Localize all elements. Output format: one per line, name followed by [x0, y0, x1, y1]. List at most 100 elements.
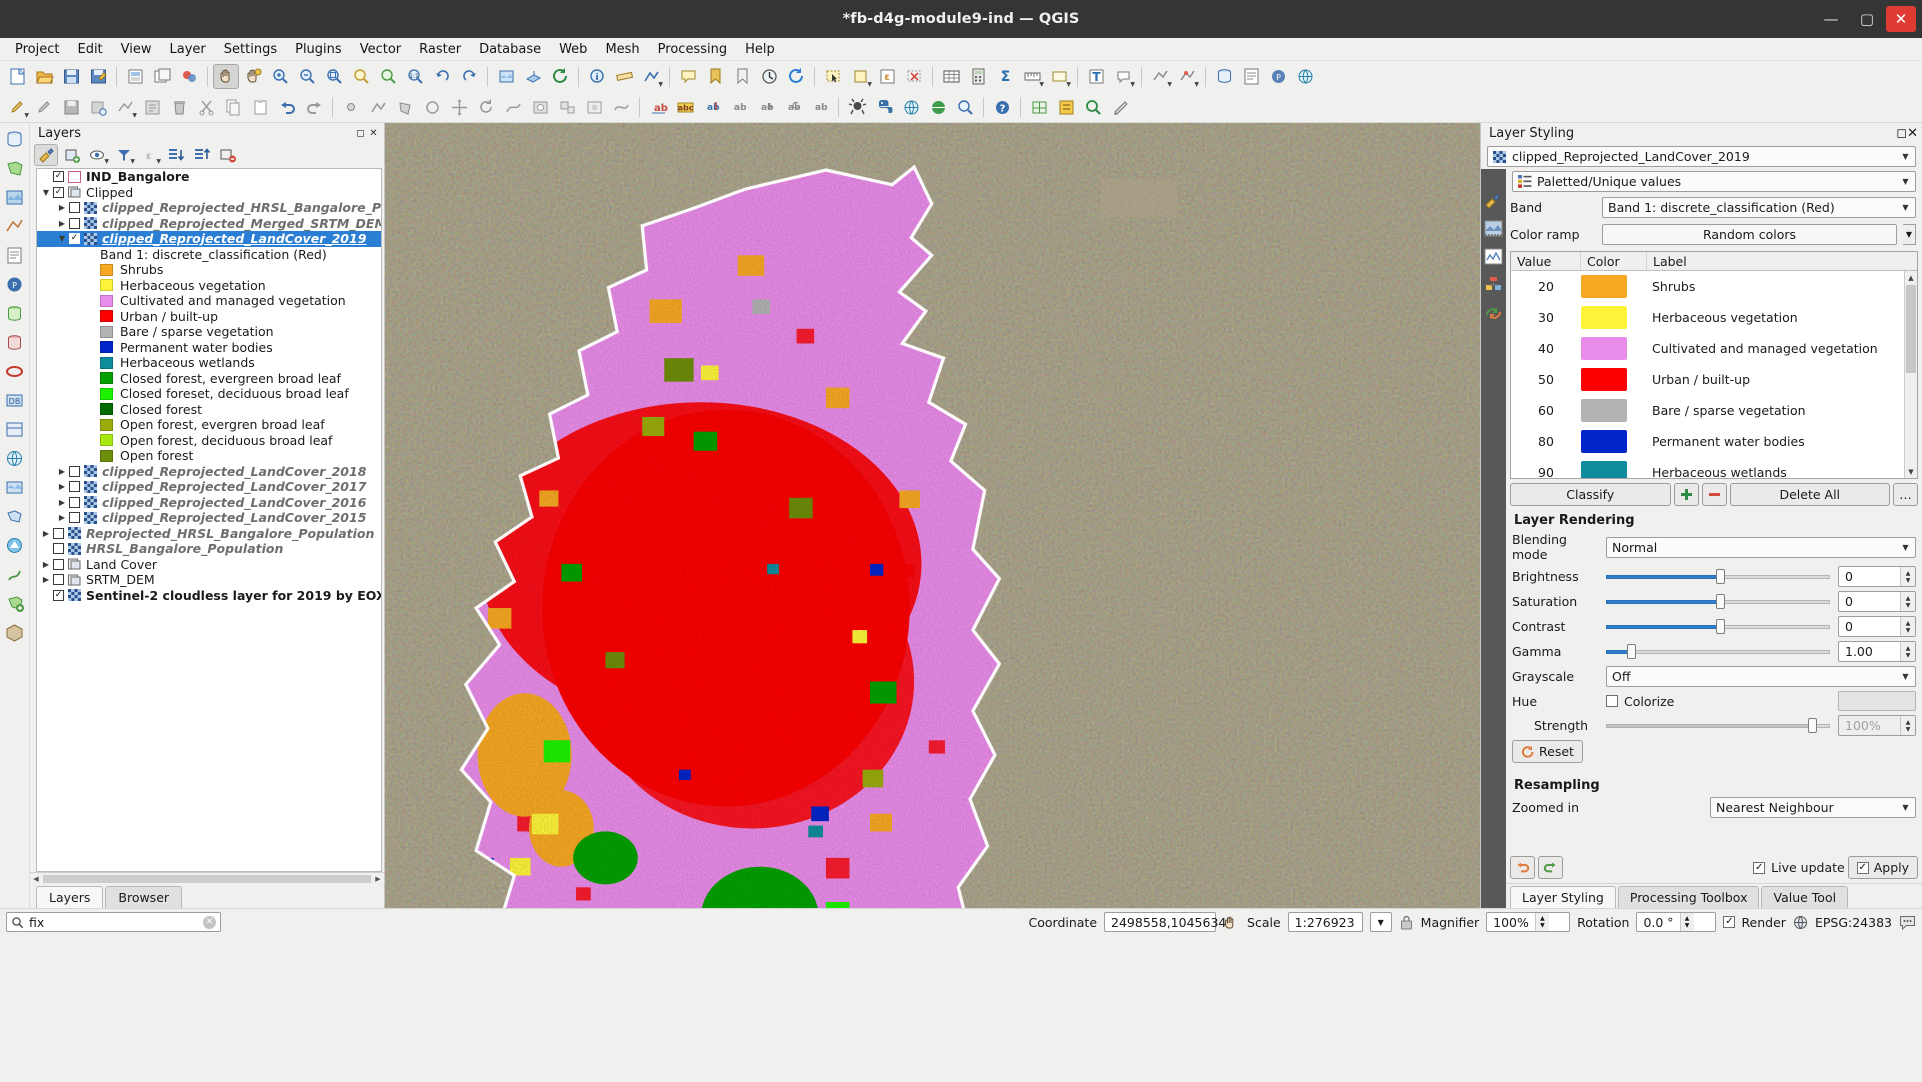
expander-right-icon[interactable]: ▶ [39, 560, 53, 569]
show-hide-labels-icon[interactable]: ab [726, 95, 752, 120]
palette-row[interactable]: 40 Cultivated and managed vegetation [1511, 333, 1917, 364]
legend-item[interactable]: · Urban / built-up [37, 309, 381, 325]
expander-right-icon[interactable]: ▶ [55, 219, 69, 228]
identify-features-icon[interactable]: i [584, 64, 610, 89]
menu-item-raster[interactable]: Raster [410, 40, 470, 59]
map-canvas[interactable] [385, 123, 1480, 908]
expander-right-icon[interactable]: ▶ [39, 529, 53, 538]
layer-visibility-checkbox[interactable] [53, 558, 64, 570]
layers-panel-float-icon[interactable]: ◻ [354, 127, 367, 140]
symbology-tab-icon[interactable] [1483, 191, 1504, 210]
legend-item[interactable]: · Herbaceous vegetation [37, 278, 381, 294]
grayscale-combo[interactable]: Off ▼ [1606, 666, 1916, 687]
menu-item-web[interactable]: Web [550, 40, 596, 59]
redo-style-button[interactable] [1538, 856, 1563, 879]
scroll-left-icon[interactable]: ◀ [30, 875, 42, 883]
expander-right-icon[interactable]: ▶ [55, 513, 69, 522]
data-source-manager-rail-icon[interactable] [2, 126, 28, 152]
advanced-options-button[interactable]: … [1893, 483, 1918, 506]
layer-tree-item[interactable]: ▶ Reprojected_HRSL_Bangalore_Population [37, 526, 381, 542]
panel-tab-browser[interactable]: Browser [105, 886, 183, 908]
add-mssql-rail-icon[interactable] [2, 329, 28, 355]
colorize-checkbox[interactable] [1606, 695, 1618, 707]
palette-value[interactable]: 90 [1511, 465, 1581, 478]
render-checkbox[interactable]: ✓ [1723, 916, 1736, 928]
palette-row[interactable]: 60 Bare / sparse vegetation [1511, 395, 1917, 426]
expander-down-icon[interactable]: ▼ [39, 188, 53, 197]
rotate-label-icon[interactable]: ab [780, 95, 806, 120]
styling-tab-value-tool[interactable]: Value Tool [1761, 886, 1849, 908]
crs-value[interactable]: EPSG:24383 [1815, 915, 1892, 930]
layer-tree-item[interactable]: ▶ clipped_Reprojected_HRSL_Bangalore_Popu… [37, 200, 381, 216]
layer-tree-item[interactable]: ·✓ Sentinel-2 cloudless layer for 2019 by… [37, 588, 381, 604]
select-features-icon[interactable] [820, 64, 846, 89]
add-postgis-icon[interactable]: P [1265, 64, 1291, 89]
palette-color-cell[interactable] [1581, 275, 1647, 298]
simplify-feature-icon[interactable] [500, 95, 526, 120]
palette-color-cell[interactable] [1581, 337, 1647, 360]
palette-value[interactable]: 40 [1511, 341, 1581, 356]
legend-item[interactable]: · Closed foreset, deciduous broad leaf [37, 386, 381, 402]
palette-label[interactable]: Herbaceous vegetation [1647, 310, 1917, 325]
add-raster-layer-rail-icon[interactable] [2, 184, 28, 210]
palette-label[interactable]: Urban / built-up [1647, 372, 1917, 387]
layer-tree-item[interactable]: ▶ clipped_Reprojected_LandCover_2015 [37, 510, 381, 526]
refresh-temporal-icon[interactable] [783, 64, 809, 89]
spinner-arrows-icon[interactable]: ▲ ▼ [1900, 716, 1915, 735]
chevron-down-icon[interactable]: ▼ [1898, 672, 1913, 681]
toggle-extents-icon[interactable] [1223, 914, 1240, 931]
new-project-icon[interactable] [4, 64, 30, 89]
refresh-icon[interactable] [547, 64, 573, 89]
render-toggle[interactable]: ✓ Render [1723, 915, 1786, 930]
expander-right-icon[interactable]: ▶ [55, 203, 69, 212]
new-geopackage-rail-icon[interactable] [2, 619, 28, 645]
palette-color-cell[interactable] [1581, 430, 1647, 453]
palette-value[interactable]: 30 [1511, 310, 1581, 325]
gamma-slider[interactable] [1606, 641, 1830, 662]
styling-tab-processing-toolbox[interactable]: Processing Toolbox [1617, 886, 1760, 908]
lock-scale-icon[interactable] [1399, 914, 1414, 931]
layer-tree-item[interactable]: ▶ clipped_Reprojected_Merged_SRTM_DEM [37, 216, 381, 232]
chevron-down-icon[interactable]: ▼ [1898, 543, 1913, 552]
scroll-thumb[interactable] [1906, 285, 1916, 373]
layer-visibility-checkbox[interactable] [69, 202, 80, 214]
saturation-slider[interactable] [1606, 591, 1830, 612]
palette-color-cell[interactable] [1581, 399, 1647, 422]
renderer-combo[interactable]: Paletted/Unique values ▼ [1512, 171, 1916, 192]
colorramp-button[interactable]: Random colors [1602, 224, 1897, 245]
spinner-arrows-icon[interactable]: ▲ ▼ [1900, 592, 1915, 611]
menu-item-database[interactable]: Database [470, 40, 550, 59]
brightness-slider[interactable] [1606, 566, 1830, 587]
cut-features-icon[interactable] [193, 95, 219, 120]
add-wcs-rail-icon[interactable] [2, 474, 28, 500]
palette-value[interactable]: 20 [1511, 279, 1581, 294]
zoom-in-icon[interactable] [267, 64, 293, 89]
chevron-down-icon[interactable]: ▼ [1898, 803, 1913, 812]
search-toolbar-icon[interactable] [1080, 95, 1106, 120]
open-layer-styling-panel-icon[interactable] [34, 144, 58, 166]
palette-label[interactable]: Permanent water bodies [1647, 434, 1917, 449]
highlight-labels-icon[interactable]: abc [672, 95, 698, 120]
plugins-manager-icon[interactable] [844, 95, 870, 120]
magnifier-field[interactable]: 100% ▲ ▼ [1486, 912, 1571, 932]
zoom-to-selection-icon[interactable] [348, 64, 374, 89]
layer-visibility-checkbox[interactable] [53, 574, 64, 586]
help-contents-icon[interactable]: ? [989, 95, 1015, 120]
add-delimited-text-icon[interactable] [1238, 64, 1264, 89]
strength-spinbox[interactable]: 100% ▲ ▼ [1838, 715, 1916, 736]
new-shapefile-rail-icon[interactable] [2, 590, 28, 616]
add-circle-feature-icon[interactable] [419, 95, 445, 120]
scroll-up-icon[interactable]: ▲ [1905, 271, 1917, 284]
modify-attributes-icon[interactable] [139, 95, 165, 120]
band-combo[interactable]: Band 1: discrete_classification (Red) ▼ [1602, 197, 1916, 218]
palette-row[interactable]: 50 Urban / built-up [1511, 364, 1917, 395]
layers-panel-close-icon[interactable]: ✕ [367, 127, 380, 140]
styling-tab-layer-styling[interactable]: Layer Styling [1510, 886, 1616, 908]
layer-tree-item[interactable]: ▶ clipped_Reprojected_LandCover_2017 [37, 479, 381, 495]
layer-tree[interactable]: ·✓IND_Bangalore▼✓Clipped▶clipped_Reproje… [36, 168, 382, 872]
apply-button[interactable]: ✓ Apply [1847, 856, 1918, 879]
expander-right-icon[interactable]: ▶ [55, 467, 69, 476]
open-browser-icon[interactable] [898, 95, 924, 120]
zoom-out-icon[interactable] [294, 64, 320, 89]
scale-field[interactable]: 1:276923 [1287, 912, 1363, 932]
